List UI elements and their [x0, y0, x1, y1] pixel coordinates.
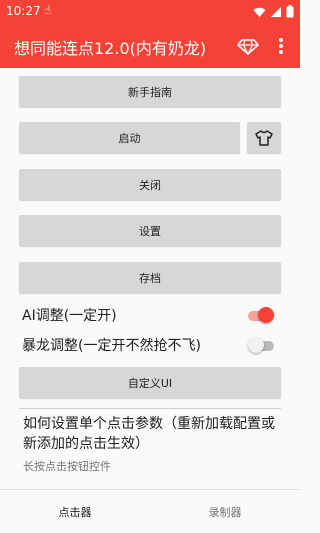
close-button[interactable]: 关闭: [19, 169, 281, 200]
tab-recorder[interactable]: 录制器: [150, 490, 300, 533]
signal-icon: [271, 6, 281, 17]
switch-row-dragon[interactable]: 暴龙调整(一定开不然抢不飞): [22, 334, 278, 356]
guide-button[interactable]: 新手指南: [19, 76, 281, 107]
bottom-nav: 点击器 录制器: [0, 489, 300, 533]
switch-label-dragon: 暴龙调整(一定开不然抢不飞): [22, 338, 201, 354]
settings-button[interactable]: 设置: [19, 215, 281, 246]
diamond-icon[interactable]: [237, 35, 259, 57]
more-options-icon[interactable]: [276, 36, 286, 56]
toggle-thumb: [258, 307, 274, 323]
status-bar: 10:27 ☝: [0, 0, 300, 24]
toggle-thumb: [248, 337, 264, 353]
custom-ui-button[interactable]: 自定义UI: [19, 367, 281, 398]
status-time: 10:27: [6, 4, 41, 18]
touch-icon: ☝: [44, 3, 52, 17]
app-title: 想同能连点12.0(内有奶龙): [14, 39, 207, 58]
skin-button[interactable]: [247, 122, 281, 153]
battery-icon: [286, 5, 294, 18]
divider: [19, 408, 281, 409]
dragon-toggle[interactable]: [248, 337, 274, 353]
app-bar: 想同能连点12.0(内有奶龙): [0, 24, 300, 68]
info-title: 如何设置单个点击参数（重新加载配置或新添加的点击生效）: [23, 416, 275, 452]
ai-toggle[interactable]: [248, 307, 274, 323]
switch-label-ai: AI调整(一定开): [22, 308, 117, 324]
save-button[interactable]: 存档: [19, 262, 281, 293]
tab-clicker[interactable]: 点击器: [0, 490, 150, 533]
switch-row-ai[interactable]: AI调整(一定开): [22, 304, 278, 326]
status-icons: [253, 5, 294, 18]
shirt-icon: [255, 129, 273, 146]
wifi-icon: [253, 7, 266, 17]
info-subtitle: 长按点击按钮控件: [23, 460, 111, 473]
start-button[interactable]: 启动: [19, 122, 240, 153]
